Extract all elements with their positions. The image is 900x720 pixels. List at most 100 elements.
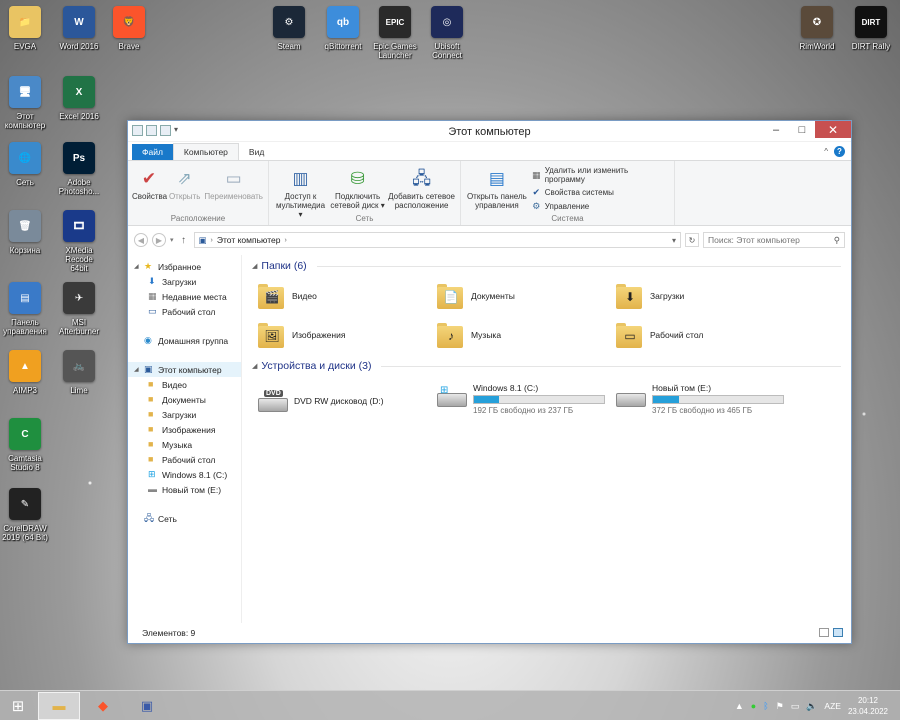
drive-item[interactable]: DVD DVD RW дисковод (D:)	[258, 383, 437, 419]
title-bar[interactable]: ▾ Этот компьютер – □ ✕	[128, 121, 851, 142]
system-properties-button[interactable]: ✔ Свойства системы	[531, 187, 670, 198]
clock[interactable]: 20:12 23.04.2022	[848, 695, 888, 717]
desktop-icon[interactable]: W Word 2016	[56, 6, 102, 51]
tab-view[interactable]: Вид	[239, 144, 274, 160]
desktop-icon[interactable]: 🌐 Сеть	[2, 142, 48, 187]
nav-item-downloads-pc[interactable]: ■ Загрузки	[128, 407, 241, 422]
nav-item-desktop-pc[interactable]: ■ Рабочий стол	[128, 452, 241, 467]
desktop-icon[interactable]: X Excel 2016	[56, 76, 102, 121]
desktop-icon[interactable]: 🚲 Lime	[56, 350, 102, 395]
folder-item[interactable]: ♪ Музыка	[437, 318, 616, 351]
large-icons-view-button[interactable]	[833, 628, 843, 637]
address-bar[interactable]: ▣ › Этот компьютер › ▾	[193, 232, 681, 248]
taskbar-brave-button[interactable]: ◆	[82, 692, 124, 720]
folder-icon: ▬	[52, 698, 66, 713]
volume-icon[interactable]: 🔈	[806, 701, 817, 712]
folder-item[interactable]: 📄 Документы	[437, 279, 616, 312]
folders-section-header[interactable]: ◢ Папки (6)	[252, 257, 841, 275]
desktop-icon[interactable]: 📁 EVGA	[2, 6, 48, 51]
folder-item[interactable]: ⬇ Загрузки	[616, 279, 795, 312]
uninstall-program-button[interactable]: ▦ Удалить или изменить программу	[531, 166, 670, 184]
bluetooth-icon[interactable]: ᛒ	[763, 701, 768, 711]
nav-item-documents[interactable]: ■ Документы	[128, 392, 241, 407]
desktop-icon[interactable]: qb qBittorrent	[320, 6, 366, 51]
nav-item-downloads[interactable]: ⬇ Загрузки	[128, 274, 241, 289]
desktop-icon[interactable]: ⚙ Steam	[266, 6, 312, 51]
start-button[interactable]: ⊞	[0, 691, 36, 720]
desktop-icon[interactable]: DIRT DIRT Rally	[848, 6, 894, 51]
desktop-icon-label: Ubisoft Connect	[432, 42, 462, 60]
devices-section-header[interactable]: ◢ Устройства и диски (3)	[252, 357, 841, 375]
tab-file[interactable]: Файл	[132, 144, 173, 160]
explorer-window: ▾ Этот компьютер – □ ✕ Файл Компьютер Ви…	[127, 120, 852, 644]
desktop-icon[interactable]: ✎ CorelDRAW 2019 (64 Bit)	[2, 488, 48, 542]
address-chevron-icon[interactable]: ›	[211, 237, 213, 244]
nav-item-drive-e[interactable]: ▬ Новый том (E:)	[128, 482, 241, 497]
search-input[interactable]	[708, 235, 834, 245]
folder-icon: ■	[148, 454, 154, 464]
network-tray-icon[interactable]: ▭	[791, 701, 800, 712]
close-button[interactable]: ✕	[815, 121, 851, 138]
refresh-button[interactable]: ↻	[685, 233, 699, 247]
nav-item-favorites[interactable]: ◢ ★ Избранное	[128, 259, 241, 274]
folder-name: Изображения	[292, 329, 346, 340]
nav-item-this-pc[interactable]: ◢ ▣ Этот компьютер	[128, 362, 241, 377]
maximize-button[interactable]: □	[789, 121, 815, 138]
nav-item-network[interactable]: 🖧 Сеть	[128, 511, 241, 526]
keyboard-language[interactable]: AZE	[824, 701, 841, 711]
desktop-icon[interactable]: 🗑 Корзина	[2, 210, 48, 255]
collapse-ribbon-icon[interactable]: ^	[824, 147, 828, 156]
manage-button[interactable]: ⚙ Управление	[531, 201, 670, 212]
desktop-icon[interactable]: ◎ Ubisoft Connect	[424, 6, 470, 60]
nav-item-video[interactable]: ■ Видео	[128, 377, 241, 392]
flag-icon[interactable]: ⚑	[776, 701, 784, 712]
folder-item[interactable]: ▭ Рабочий стол	[616, 318, 795, 351]
desktop-icon-label: EVGA	[13, 42, 37, 51]
app-icon: X	[63, 76, 95, 108]
shield-icon[interactable]: ●	[751, 701, 756, 711]
desktop-icon[interactable]: EPIC Epic Games Launcher	[372, 6, 418, 60]
desktop-icon[interactable]: 🎞 XMedia Recode 64bit	[56, 210, 102, 273]
navigation-bar: ◀ ▶ ▾ ↑ ▣ › Этот компьютер › ▾ ↻ ⚲	[128, 226, 851, 254]
desktop-icon[interactable]: 🖥 Этот компьютер	[2, 76, 48, 130]
forward-button[interactable]: ▶	[152, 233, 166, 247]
desktop-icon[interactable]: Ps Adobe Photosho...	[56, 142, 102, 196]
folder-item[interactable]: 🎬 Видео	[258, 279, 437, 312]
desktop-icon[interactable]: ✈ MSI Afterburner	[56, 282, 102, 336]
search-icon[interactable]: ⚲	[834, 235, 840, 246]
drive-icon	[616, 385, 646, 409]
hard-drive-icon: ▬	[148, 484, 157, 494]
desktop-icon[interactable]: ▤ Панель управления	[2, 282, 48, 336]
address-path[interactable]: Этот компьютер	[217, 235, 281, 245]
nav-item-homegroup[interactable]: ◉ Домашняя группа	[128, 333, 241, 348]
nav-item-drive-c[interactable]: ⊞ Windows 8.1 (C:)	[128, 467, 241, 482]
up-button[interactable]: ↑	[178, 235, 190, 246]
app-icon: EPIC	[379, 6, 411, 38]
drive-item[interactable]: ⊞ Windows 8.1 (C:) 192 ГБ свободно из 237 …	[437, 383, 616, 419]
folder-item[interactable]: 🖼 Изображения	[258, 318, 437, 351]
recent-locations-icon[interactable]: ▾	[170, 236, 174, 244]
show-hidden-icons-icon[interactable]: ▲	[735, 701, 744, 711]
details-view-button[interactable]	[819, 628, 829, 637]
desktop-icon[interactable]: ▲ AIMP3	[2, 350, 48, 395]
help-icon[interactable]: ?	[834, 146, 845, 157]
tab-computer[interactable]: Компьютер	[172, 143, 239, 160]
desktop-icon[interactable]: ✪ RimWorld	[794, 6, 840, 51]
navigation-pane: ◢ ★ Избранное ⬇ Загрузки ▦ Недавние места…	[128, 255, 242, 623]
nav-item-recent[interactable]: ▦ Недавние места	[128, 289, 241, 304]
desktop-icon[interactable]: C Camtasia Studio 8	[2, 418, 48, 472]
folder-icon: ■	[148, 409, 154, 419]
taskbar-app-button[interactable]: ▣	[126, 692, 168, 720]
address-chevron-icon[interactable]: ›	[284, 237, 286, 244]
minimize-button[interactable]: –	[763, 121, 789, 138]
nav-item-desktop[interactable]: ▭ Рабочий стол	[128, 304, 241, 319]
search-box: ⚲	[703, 232, 845, 248]
back-button[interactable]: ◀	[134, 233, 148, 247]
drive-item[interactable]: Новый том (E:) 372 ГБ свободно из 465 ГБ	[616, 383, 795, 419]
address-dropdown-icon[interactable]: ▾	[672, 236, 676, 245]
taskbar-explorer-button[interactable]: ▬	[38, 691, 80, 720]
nav-item-music[interactable]: ■ Музыка	[128, 437, 241, 452]
desktop-icon[interactable]: 🦁 Brave	[106, 6, 152, 51]
drive-icon: DVD	[258, 390, 288, 414]
nav-item-pictures[interactable]: ■ Изображения	[128, 422, 241, 437]
